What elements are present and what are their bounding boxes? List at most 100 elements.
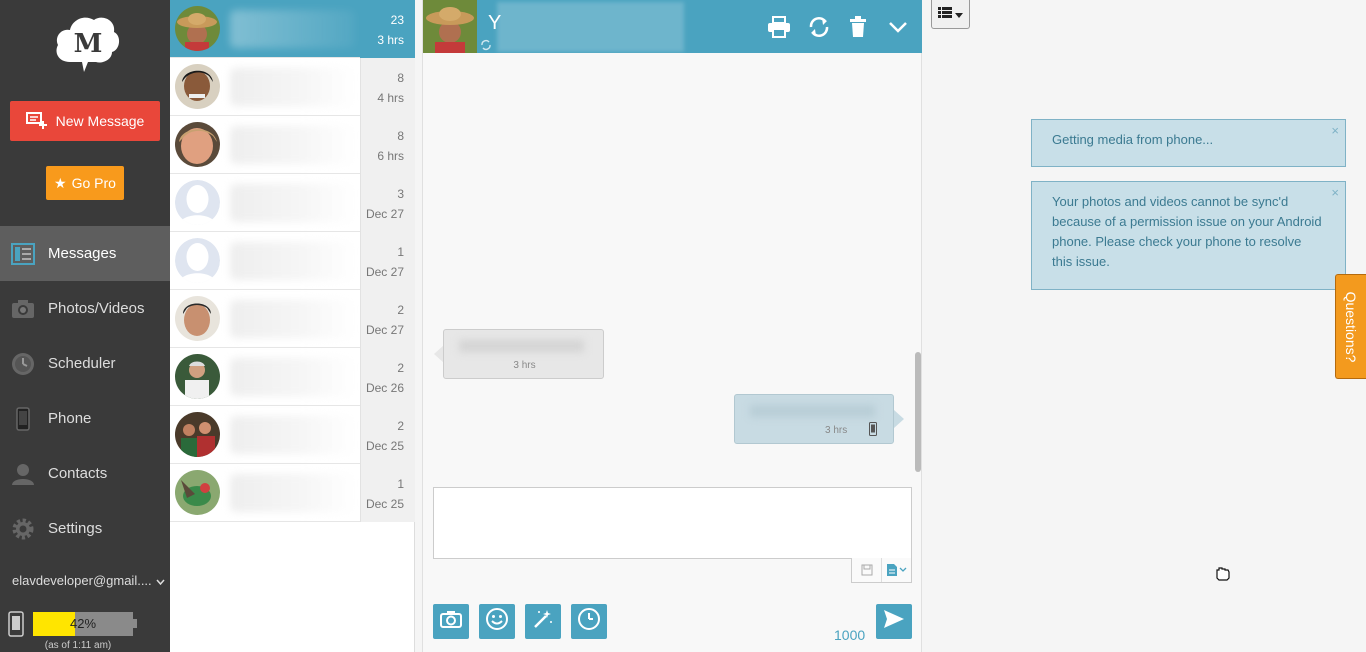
conversation-meta: 8 4 hrs (360, 58, 415, 116)
attach-photo-button[interactable] (433, 604, 469, 639)
sync-icon (480, 38, 492, 56)
clock-icon (577, 607, 601, 636)
message-text-blurred (459, 340, 584, 352)
conversation-item[interactable]: 8 6 hrs (170, 116, 415, 174)
magic-wand-icon (532, 608, 554, 635)
contact-avatar (175, 64, 220, 109)
conversation-meta: 8 6 hrs (360, 116, 415, 174)
contact-name-blurred (230, 68, 355, 106)
contact-name-blurred (230, 358, 355, 396)
conversation-item[interactable]: 2 Dec 25 (170, 406, 415, 464)
incoming-message[interactable]: 3 hrs (443, 329, 604, 379)
message-count: 2 (397, 361, 404, 375)
conversation-time: 6 hrs (377, 149, 404, 163)
emoji-button[interactable] (479, 604, 515, 639)
default-avatar-icon (175, 180, 220, 225)
contact-avatar (175, 470, 220, 515)
contact-avatar (175, 122, 220, 167)
phone-icon (869, 422, 877, 439)
conversation-meta: 2 Dec 27 (360, 290, 415, 348)
conversation-meta: 23 3 hrs (360, 0, 415, 58)
nav-item-scheduler[interactable]: Scheduler (0, 336, 170, 391)
hand-cursor-icon (1214, 566, 1232, 587)
phone-battery-status: 42% (8, 611, 168, 641)
message-time: 3 hrs (825, 425, 848, 436)
nav-item-phone[interactable]: Phone (0, 391, 170, 446)
conversation-time: Dec 27 (365, 207, 404, 221)
sync-permission-notice: Your photos and videos cannot be sync'd … (1031, 181, 1346, 290)
save-draft-icon[interactable] (852, 558, 882, 582)
message-count: 1 (397, 245, 404, 259)
conversation-time: 3 hrs (377, 33, 404, 47)
outgoing-message[interactable]: 3 hrs (734, 394, 894, 444)
message-text-blurred (750, 405, 875, 417)
chat-scrollbar[interactable] (915, 352, 921, 472)
sidebar: M New Message ★ Go Pro Messages Photos/V… (0, 0, 170, 652)
questions-label: Questions? (1343, 291, 1359, 362)
compose-icon (25, 111, 48, 132)
gear-icon (10, 516, 36, 542)
account-selector[interactable]: elavdeveloper@gmail.... (12, 573, 165, 588)
conversation-item[interactable]: 2 Dec 27 (170, 290, 415, 348)
message-count: 23 (390, 13, 404, 27)
template-icon[interactable] (882, 558, 911, 582)
star-icon: ★ (54, 174, 67, 191)
chat-contact-avatar[interactable] (423, 0, 477, 53)
nav-label-scheduler: Scheduler (48, 355, 116, 372)
message-count: 1 (397, 477, 404, 491)
smiley-icon (485, 607, 509, 636)
contact-name-blurred (230, 184, 355, 222)
contact-icon (10, 461, 36, 487)
message-count: 3 (397, 187, 404, 201)
bubble-tail (894, 410, 904, 428)
conversation-item[interactable]: 3 Dec 27 (170, 174, 415, 232)
nav-label-settings: Settings (48, 520, 103, 537)
new-message-button[interactable]: New Message (10, 101, 160, 141)
trash-icon[interactable] (845, 14, 871, 40)
message-time: 3 hrs (513, 360, 536, 371)
refresh-icon[interactable] (806, 14, 832, 40)
send-button[interactable] (876, 604, 912, 639)
chevron-down-icon[interactable] (885, 14, 911, 40)
conversation-time: Dec 27 (365, 265, 404, 279)
new-message-label: New Message (55, 113, 145, 129)
nav-item-messages[interactable]: Messages (0, 226, 170, 281)
contact-name-blurred (230, 416, 355, 454)
default-avatar-icon (175, 238, 220, 283)
conversation-item[interactable]: 1 Dec 25 (170, 464, 415, 522)
questions-tab[interactable]: Questions? (1335, 274, 1366, 379)
view-options-button[interactable] (931, 0, 970, 29)
media-loading-notice: Getting media from phone... × (1031, 119, 1346, 167)
conversation-time: Dec 25 (365, 497, 404, 511)
chat-header: Y (423, 0, 922, 53)
send-icon (883, 609, 905, 634)
notice-text: Your photos and videos cannot be sync'd … (1052, 194, 1322, 269)
conversation-item[interactable]: 23 3 hrs (170, 0, 415, 58)
conversation-item[interactable]: 1 Dec 27 (170, 232, 415, 290)
close-icon[interactable]: × (1331, 121, 1339, 141)
chat-contact-name-blurred (497, 2, 684, 52)
nav-item-settings[interactable]: Settings (0, 501, 170, 556)
conversation-item[interactable]: 2 Dec 26 (170, 348, 415, 406)
nav-item-photos-videos[interactable]: Photos/Videos (0, 281, 170, 336)
contact-name-blurred (230, 474, 355, 512)
mightytext-logo[interactable]: M (52, 12, 122, 76)
close-icon[interactable]: × (1331, 183, 1339, 203)
nav-label-messages: Messages (48, 245, 117, 262)
print-icon[interactable] (766, 14, 792, 40)
message-input[interactable] (433, 487, 912, 559)
go-pro-button[interactable]: ★ Go Pro (46, 166, 124, 200)
message-count: 2 (397, 419, 404, 433)
conversation-time: Dec 25 (365, 439, 404, 453)
magic-wand-button[interactable] (525, 604, 561, 639)
conversation-item[interactable]: 8 4 hrs (170, 58, 415, 116)
messages-icon (10, 241, 36, 267)
camera-icon (440, 610, 462, 633)
message-count: 8 (397, 71, 404, 85)
clock-icon (10, 351, 36, 377)
message-count: 8 (397, 129, 404, 143)
schedule-button[interactable] (571, 604, 607, 639)
conversation-meta: 3 Dec 27 (360, 174, 415, 232)
list-icon (938, 5, 952, 23)
nav-item-contacts[interactable]: Contacts (0, 446, 170, 501)
